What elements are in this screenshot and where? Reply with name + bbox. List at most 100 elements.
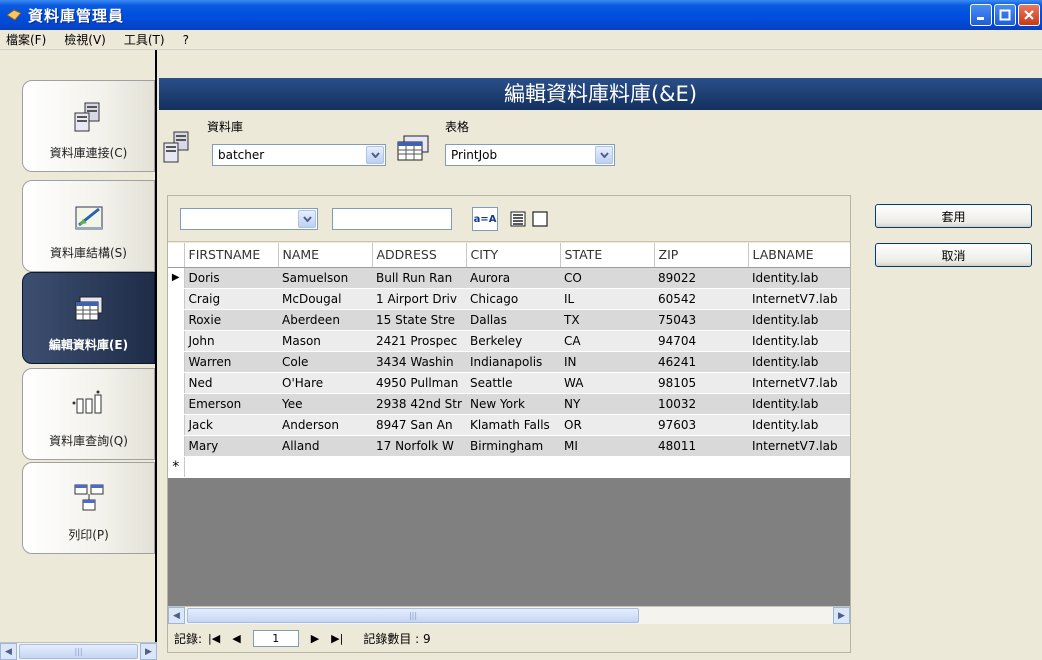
menu-view[interactable]: 檢視(V) xyxy=(64,31,106,48)
table-cell[interactable] xyxy=(748,456,850,478)
table-cell[interactable]: Bull Run Ran xyxy=(372,267,466,289)
table-row[interactable]: Roxie Aberdeen 15 State Stre Dallas TX 75043 I… xyxy=(168,309,850,331)
table-cell[interactable] xyxy=(278,456,372,478)
scroll-right-arrow-icon[interactable]: ▶ xyxy=(833,607,850,624)
table-cell[interactable]: InternetV7.lab xyxy=(748,288,850,310)
first-record-icon[interactable]: |◀ xyxy=(208,632,220,645)
table-row[interactable]: Jack Anderson 8947 San An Klamath Falls OR 97… xyxy=(168,414,850,436)
table-row[interactable]: Craig McDougal 1 Airport Driv Chicago IL 6054… xyxy=(168,288,850,310)
table-cell[interactable]: Jack xyxy=(184,414,278,436)
grid-horizontal-scrollbar[interactable]: ◀ ||| ▶ xyxy=(168,606,850,624)
column-header[interactable]: CITY xyxy=(466,243,561,268)
table-cell[interactable]: 46241 xyxy=(654,351,748,373)
table-cell[interactable]: Identity.lab xyxy=(748,330,850,352)
table-cell[interactable]: Warren xyxy=(184,351,278,373)
table-cell[interactable]: 75043 xyxy=(654,309,748,331)
scroll-left-arrow-icon[interactable]: ◀ xyxy=(168,607,185,624)
nav-database-connect[interactable]: 資料庫連接(C) xyxy=(22,80,155,172)
table-cell[interactable] xyxy=(654,456,748,478)
table-cell[interactable]: Ned xyxy=(184,372,278,394)
table-row[interactable]: Warren Cole 3434 Washin Indianapolis IN 46241… xyxy=(168,351,850,373)
list-view-icon[interactable] xyxy=(510,211,526,230)
table-cell[interactable]: Seattle xyxy=(466,372,560,394)
row-selector[interactable] xyxy=(168,393,185,415)
table-row[interactable]: Mary Alland 17 Norfolk W Birmingham MI 48011 I… xyxy=(168,435,850,457)
table-cell[interactable]: Identity.lab xyxy=(748,309,850,331)
row-selector[interactable] xyxy=(168,330,185,352)
chevron-down-icon[interactable] xyxy=(595,146,613,164)
table-row[interactable]: Ned O'Hare 4950 Pullman Seattle WA 98105 Inter… xyxy=(168,372,850,394)
row-selector[interactable] xyxy=(168,435,185,457)
table-cell[interactable]: WA xyxy=(560,372,654,394)
table-cell[interactable]: Birmingham xyxy=(466,435,560,457)
minimize-button[interactable] xyxy=(970,4,992,26)
chevron-down-icon[interactable] xyxy=(298,210,316,228)
table-cell[interactable]: Mason xyxy=(278,330,372,352)
table-cell[interactable]: 2938 42nd Str xyxy=(372,393,466,415)
apply-button[interactable]: 套用 xyxy=(875,204,1032,228)
row-selector[interactable] xyxy=(168,372,185,394)
table-cell[interactable]: Mary xyxy=(184,435,278,457)
table-cell[interactable]: Aberdeen xyxy=(278,309,372,331)
table-cell[interactable]: 98105 xyxy=(654,372,748,394)
table-cell[interactable]: New York xyxy=(466,393,560,415)
previous-record-icon[interactable]: ◀ xyxy=(232,632,240,645)
table-cell[interactable]: 97603 xyxy=(654,414,748,436)
table-cell[interactable] xyxy=(466,456,560,478)
table-cell[interactable]: OR xyxy=(560,414,654,436)
table-cell[interactable]: 10032 xyxy=(654,393,748,415)
table-cell[interactable]: O'Hare xyxy=(278,372,372,394)
nav-edit-database[interactable]: 編輯資料庫(E) xyxy=(22,272,155,364)
row-selector[interactable] xyxy=(168,288,185,310)
table-cell[interactable]: McDougal xyxy=(278,288,372,310)
table-cell[interactable]: MI xyxy=(560,435,654,457)
table-cell[interactable]: 1 Airport Driv xyxy=(372,288,466,310)
table-cell[interactable]: Cole xyxy=(278,351,372,373)
table-cell[interactable]: Dallas xyxy=(466,309,560,331)
table-cell[interactable]: Klamath Falls xyxy=(466,414,560,436)
nav-database-query[interactable]: 資料庫查詢(Q) xyxy=(22,368,155,460)
scroll-thumb[interactable]: ||| xyxy=(19,644,138,659)
next-record-icon[interactable]: ▶ xyxy=(311,632,319,645)
table-cell[interactable]: Identity.lab xyxy=(748,414,850,436)
row-selector[interactable] xyxy=(168,351,185,373)
table-cell[interactable]: InternetV7.lab xyxy=(748,372,850,394)
row-selector[interactable] xyxy=(168,414,185,436)
table-cell[interactable]: CO xyxy=(560,267,654,289)
table-cell[interactable]: Samuelson xyxy=(278,267,372,289)
table-cell[interactable]: Aurora xyxy=(466,267,560,289)
table-cell[interactable]: John xyxy=(184,330,278,352)
maximize-button[interactable] xyxy=(994,4,1016,26)
column-header[interactable]: LABNAME xyxy=(748,243,850,268)
table-cell[interactable]: 48011 xyxy=(654,435,748,457)
menu-help[interactable]: ? xyxy=(183,33,189,47)
row-selector[interactable] xyxy=(168,309,185,331)
nav-print[interactable]: 列印(P) xyxy=(22,462,155,554)
table-cell[interactable]: Identity.lab xyxy=(748,351,850,373)
table-cell[interactable]: Craig xyxy=(184,288,278,310)
table-cell[interactable] xyxy=(184,456,278,478)
table-cell[interactable]: 8947 San An xyxy=(372,414,466,436)
menu-file[interactable]: 檔案(F) xyxy=(6,31,46,48)
new-row[interactable]: * xyxy=(168,456,850,478)
scroll-thumb[interactable]: ||| xyxy=(187,608,639,623)
record-number-input[interactable]: 1 xyxy=(252,629,299,647)
column-header[interactable]: ADDRESS xyxy=(372,243,467,268)
table-cell[interactable]: 17 Norfolk W xyxy=(372,435,466,457)
table-cell[interactable]: InternetV7.lab xyxy=(748,435,850,457)
table-cell[interactable]: Anderson xyxy=(278,414,372,436)
current-row-indicator-icon[interactable]: ▶ xyxy=(168,267,185,289)
table-cell[interactable]: Emerson xyxy=(184,393,278,415)
table-cell[interactable]: Identity.lab xyxy=(748,393,850,415)
table-cell[interactable]: 94704 xyxy=(654,330,748,352)
database-select[interactable]: batcher xyxy=(212,144,386,166)
case-toggle-button[interactable]: a=A xyxy=(472,207,498,231)
table-cell[interactable]: 15 State Stre xyxy=(372,309,466,331)
nav-database-structure[interactable]: 資料庫結構(S) xyxy=(22,180,155,272)
menu-tools[interactable]: 工具(T) xyxy=(124,31,165,48)
table-row[interactable]: John Mason 2421 Prospec Berkeley CA 94704 Iden… xyxy=(168,330,850,352)
nav-horizontal-scrollbar[interactable]: ◀ ||| ▶ xyxy=(0,642,157,660)
table-cell[interactable]: Berkeley xyxy=(466,330,560,352)
table-cell[interactable] xyxy=(372,456,466,478)
column-header[interactable]: FIRSTNAME xyxy=(184,243,279,268)
